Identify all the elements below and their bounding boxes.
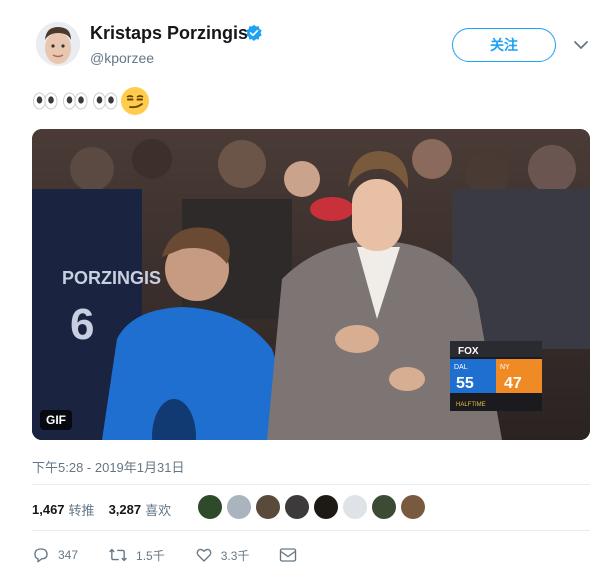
network-label: FOX	[458, 346, 479, 357]
divider	[32, 530, 590, 531]
retweets-count[interactable]: 1,467	[32, 502, 65, 517]
likes-label[interactable]: 喜欢	[145, 500, 171, 519]
liker-avatar[interactable]	[256, 495, 280, 519]
engagement-stats: 1,467 转推 3,287 喜欢	[32, 500, 185, 519]
author-avatar[interactable]	[36, 22, 80, 66]
home-team: NY	[500, 364, 510, 371]
retweet-count: 1.5千	[136, 548, 165, 563]
tweet-text	[32, 86, 150, 116]
likes-count[interactable]: 3,287	[109, 502, 142, 517]
reply-count: 347	[58, 548, 79, 562]
tweet-actions: 347 1.5千 3.3千	[32, 546, 335, 564]
home-score: 47	[504, 375, 522, 392]
reply-button[interactable]: 347	[32, 546, 78, 564]
chevron-down-icon[interactable]	[572, 36, 590, 54]
like-count: 3.3千	[220, 548, 250, 563]
retweet-button[interactable]: 1.5千	[108, 546, 165, 564]
liker-avatar[interactable]	[285, 495, 309, 519]
tweet-timestamp[interactable]: 下午5:28 - 2019年1月31日	[32, 457, 184, 476]
direct-message-button[interactable]	[279, 547, 305, 563]
divider	[32, 484, 590, 485]
eyes-emoji-icon	[63, 92, 88, 110]
liker-avatar[interactable]	[343, 495, 367, 519]
like-button[interactable]: 3.3千	[195, 546, 250, 564]
eyes-emoji-icon	[93, 92, 118, 110]
liker-avatar[interactable]	[372, 495, 396, 519]
author-name[interactable]: Kristaps Porzingis	[90, 23, 248, 44]
jersey-name: PORZINGIS	[62, 268, 161, 288]
period-label: HALFTIME	[456, 402, 486, 408]
gif-badge: GIF	[40, 410, 72, 430]
liker-avatar[interactable]	[401, 495, 425, 519]
eyes-emoji-icon	[33, 92, 58, 110]
jersey-number: 6	[70, 300, 94, 349]
away-team: DAL	[454, 364, 468, 371]
liker-avatars	[198, 495, 425, 519]
retweet-icon	[109, 548, 127, 562]
liker-avatar[interactable]	[227, 495, 251, 519]
gif-scene: PORZINGIS 6 FOX DAL 55 NY 47 HALFTIME	[32, 129, 590, 440]
follow-button[interactable]: 关注	[452, 28, 556, 62]
reply-icon	[34, 548, 48, 563]
scoreboard: FOX DAL 55 NY 47 HALFTIME	[450, 341, 542, 411]
envelope-icon	[280, 548, 297, 562]
verified-badge-icon	[246, 24, 262, 41]
author-handle[interactable]: @kporzee	[90, 50, 154, 66]
liker-avatar[interactable]	[314, 495, 338, 519]
smirk-emoji-icon	[121, 87, 149, 115]
heart-icon	[196, 548, 212, 562]
tweet-media-gif[interactable]: PORZINGIS 6 FOX DAL 55 NY 47 HALFTIME	[32, 129, 590, 440]
away-score: 55	[456, 375, 474, 392]
liker-avatar[interactable]	[198, 495, 222, 519]
retweets-label[interactable]: 转推	[69, 500, 95, 519]
